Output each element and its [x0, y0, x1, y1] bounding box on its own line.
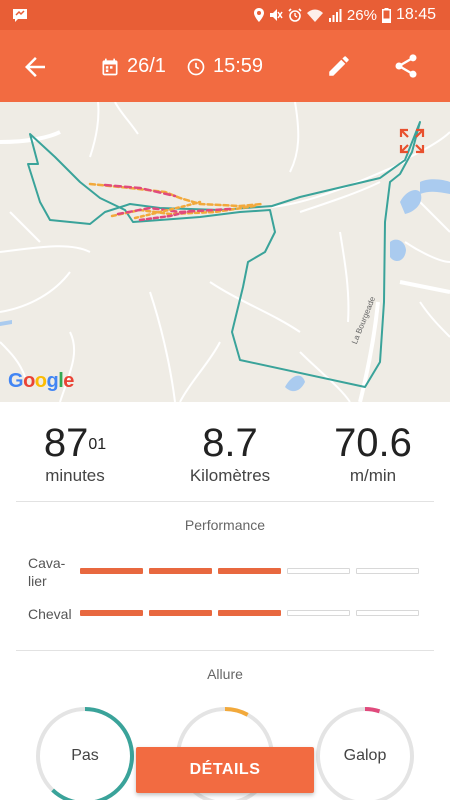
- duration-seconds: 01: [88, 436, 107, 453]
- battery-percent: 26%: [346, 6, 377, 24]
- distance-value: 8.7: [202, 421, 258, 465]
- time-group[interactable]: 15:59: [186, 55, 263, 78]
- level-bar-filled: [149, 610, 212, 616]
- share-icon[interactable]: [392, 52, 420, 80]
- edit-icon[interactable]: [326, 53, 352, 79]
- speed-label: m/min: [349, 466, 397, 485]
- speed-stat: 70.6 m/min: [298, 422, 448, 486]
- date-group[interactable]: 26/1: [100, 55, 166, 78]
- stats-row: 8701 minutes 8.7 Kilomètres 70.6 m/min: [0, 402, 450, 502]
- duration-label: minutes: [45, 466, 105, 485]
- status-bar: 26% 18:45: [0, 0, 450, 30]
- session-date: 26/1: [127, 55, 166, 77]
- signal-icon: [328, 8, 342, 22]
- distance-stat: 8.7 Kilomètres: [155, 422, 305, 486]
- level-bar-empty: [287, 568, 350, 574]
- google-logo: Google: [8, 370, 74, 392]
- map-tiles: [0, 102, 450, 402]
- level-bar-filled: [218, 610, 281, 616]
- back-arrow-icon[interactable]: [20, 52, 50, 82]
- level-bar-empty: [356, 568, 419, 574]
- duration-value: 8701: [43, 421, 107, 465]
- rider-bars: [80, 568, 419, 574]
- clock-time: 18:45: [395, 6, 436, 23]
- divider: [16, 650, 434, 651]
- level-bar-filled: [80, 610, 143, 616]
- details-button[interactable]: DÉTAILS: [136, 747, 314, 793]
- expand-icon[interactable]: [398, 127, 426, 155]
- level-bar-empty: [287, 610, 350, 616]
- level-bar-empty: [356, 610, 419, 616]
- gauge-gallop-label: Galop: [343, 747, 387, 764]
- location-icon: [253, 8, 264, 22]
- horse-bars: [80, 610, 419, 616]
- message-icon: [13, 9, 27, 22]
- divider: [16, 501, 434, 502]
- battery-icon: [381, 7, 391, 23]
- distance-label: Kilomètres: [189, 466, 271, 485]
- mute-icon: [269, 9, 283, 21]
- calendar-icon: [102, 58, 118, 75]
- speed-value: 70.6: [334, 421, 412, 465]
- level-bar-filled: [218, 568, 281, 574]
- wifi-icon: [306, 9, 323, 22]
- level-bar-filled: [80, 568, 143, 574]
- gauge-walk-label: Pas: [71, 747, 99, 764]
- clock-icon: [187, 58, 205, 75]
- performance-title: Performance: [184, 517, 266, 533]
- alarm-icon: [288, 8, 302, 22]
- horse-label: Cheval: [28, 606, 72, 622]
- app-bar: 26/1 15:59: [0, 30, 450, 102]
- rider-label: Cava-lier: [28, 555, 66, 589]
- route-map[interactable]: La Bourgeade Google: [0, 102, 450, 402]
- session-time: 15:59: [213, 55, 264, 77]
- gauge-walk[interactable]: Pas: [34, 705, 136, 800]
- duration-stat: 8701 minutes: [0, 422, 150, 486]
- allure-title: Allure: [207, 666, 243, 682]
- level-bar-filled: [149, 568, 212, 574]
- gauge-gallop[interactable]: Galop: [314, 705, 416, 800]
